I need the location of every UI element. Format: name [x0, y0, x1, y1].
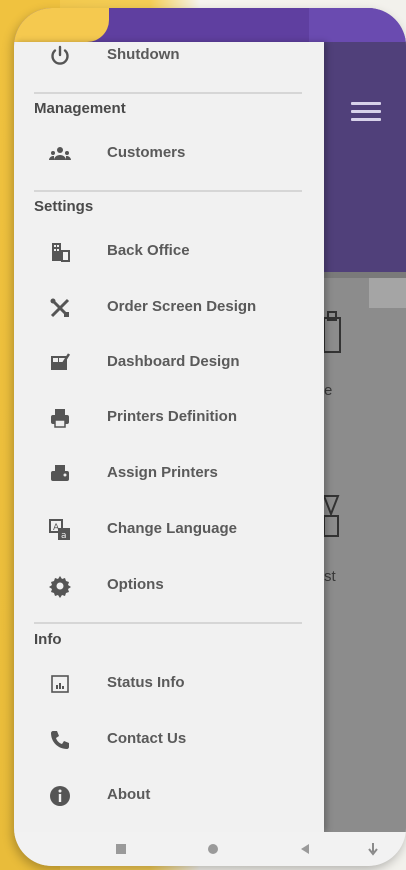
menu-item-back-office[interactable]: Back Office [14, 228, 324, 276]
tools-icon [48, 296, 72, 320]
divider [34, 622, 302, 624]
phone-frame: e st Shutdown Management Customers Setti… [14, 8, 406, 866]
tile-label-2: st [324, 568, 336, 585]
tile-icon-1 [323, 311, 341, 353]
menu-item-label: Options [107, 576, 164, 593]
back-button[interactable] [296, 840, 314, 858]
assign-printer-icon [48, 462, 72, 486]
menu-item-label: Contact Us [107, 730, 187, 747]
menu-item-label: Assign Printers [107, 464, 218, 481]
menu-item-order-screen-design[interactable]: Order Screen Design [14, 284, 324, 332]
menu-item-options[interactable]: Options [14, 562, 324, 610]
tile-label-1: e [324, 382, 333, 399]
divider [34, 92, 302, 94]
section-title-management: Management [34, 100, 126, 117]
down-arrow-icon[interactable] [364, 840, 382, 858]
menu-item-label: Dashboard Design [107, 353, 240, 370]
menu-item-change-language[interactable]: Aa Change Language [14, 506, 324, 554]
system-nav-bar [14, 832, 406, 866]
status-info-icon [48, 672, 72, 696]
phone-icon [48, 728, 72, 752]
menu-item-label: Customers [107, 144, 186, 161]
divider [34, 190, 302, 192]
menu-item-label: Change Language [107, 520, 238, 537]
info-icon [48, 784, 72, 808]
recent-apps-button[interactable] [112, 840, 130, 858]
gear-icon [48, 574, 72, 598]
menu-item-label: Status Info [107, 674, 185, 691]
menu-item-dashboard-design[interactable]: Dashboard Design [14, 339, 324, 387]
menu-item-printers-definition[interactable]: Printers Definition [14, 394, 324, 442]
section-title-info: Info [34, 631, 62, 648]
menu-item-status-info[interactable]: Status Info [14, 660, 324, 708]
menu-item-label: Order Screen Design [107, 298, 257, 315]
section-title-settings: Settings [34, 198, 94, 215]
home-button[interactable] [204, 840, 222, 858]
menu-icon[interactable] [351, 102, 381, 122]
menu-item-label: About [107, 786, 151, 803]
menu-item-label: Printers Definition [107, 408, 238, 425]
dashboard-design-icon [48, 351, 72, 375]
back-office-icon [48, 240, 72, 264]
menu-item-about[interactable]: About [14, 772, 324, 820]
menu-item-label: Back Office [107, 242, 190, 259]
menu-item-label: Shutdown [107, 46, 180, 63]
menu-item-shutdown[interactable]: Shutdown [14, 32, 324, 80]
power-icon [48, 44, 72, 68]
menu-item-assign-printers[interactable]: Assign Printers [14, 450, 324, 498]
customers-icon [48, 142, 72, 166]
svg-text:a: a [61, 531, 67, 541]
menu-item-contact-us[interactable]: Contact Us [14, 716, 324, 764]
language-icon: Aa [48, 518, 72, 542]
printer-icon [48, 406, 72, 430]
navigation-drawer: Shutdown Management Customers Settings B… [14, 42, 324, 832]
menu-item-customers[interactable]: Customers [14, 130, 324, 178]
